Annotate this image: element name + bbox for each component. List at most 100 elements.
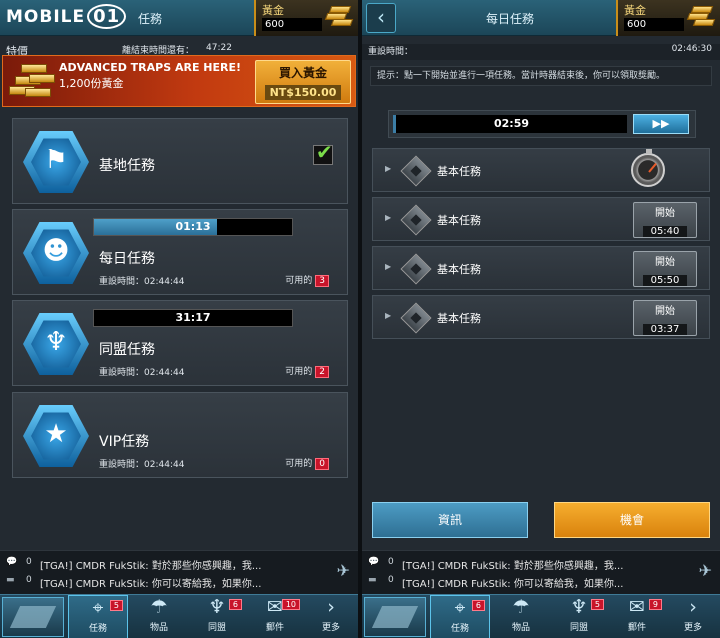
back-arrow-icon[interactable]: ‹ (366, 3, 396, 33)
nav-items[interactable]: ☂ 物品 (130, 595, 188, 638)
nav-missions[interactable]: ⌖ 任務 5 (68, 595, 128, 638)
mobile01-logo: MOBILE 01 (6, 4, 127, 29)
nav-items[interactable]: ☂ 物品 (492, 595, 550, 638)
reset-row: 重設時間： 02:46:30 (362, 44, 720, 60)
reset-value: 02:44:44 (144, 277, 185, 287)
expand-arrow-icon[interactable]: ▶ (385, 213, 391, 222)
nav-label: 更多 (683, 623, 702, 633)
info-button[interactable]: 資訊 (372, 502, 528, 538)
chat-count: 0 (26, 557, 32, 567)
nav-label: 任務 (88, 624, 107, 634)
gold-value: 600 (262, 18, 322, 31)
mission-name: 基本任務 (437, 263, 481, 276)
chat-count: 0 (388, 575, 394, 585)
reset-label: 重設時間： (99, 460, 145, 470)
start-button[interactable]: 開始 03:37 (633, 300, 697, 336)
special-offer-banner[interactable]: ADVANCED TRAPS ARE HERE! 1,200份黃金 買入黃金 N… (2, 55, 356, 107)
chat-count: 0 (26, 575, 32, 585)
mission-duration: 03:37 (642, 324, 688, 335)
count-badge: 3 (315, 275, 329, 287)
card-title: 基地任務 (99, 158, 155, 174)
base-mission-card[interactable]: ⚑ 基地任務 (12, 118, 348, 204)
top-bar: ‹ 每日任務 黃金 600 (362, 0, 720, 36)
vip-mission-card[interactable]: ★ VIP任務 重設時間：02:44:44 可用的 0 (12, 392, 348, 478)
nav-more[interactable]: › 更多 (304, 595, 358, 638)
nav-label: 任務 (450, 624, 469, 634)
nav-more[interactable]: › 更多 (666, 595, 720, 638)
alliance-timer-bar: 31:17 (93, 309, 293, 327)
eagle-emblem-icon: ♆ (23, 312, 89, 376)
reset-label: 重設時間： (99, 277, 145, 287)
nav-badge: 9 (648, 599, 662, 610)
bottom-nav: ⌖ 任務 5 ☂ 物品 ♆ 同盟 6 ✉ 郵件 10 › 更多 (0, 594, 358, 638)
active-timer: 02:59 (393, 115, 627, 133)
mission-row[interactable]: ▶ 基本任務 開始 03:37 (372, 295, 710, 339)
card-title: VIP任務 (99, 434, 150, 450)
chat-bar[interactable]: 💬 0 [TGA!] CMDR FukStik: 對於那些你感興趣，我... ▬… (0, 550, 358, 594)
base-icon[interactable] (2, 597, 64, 637)
nav-alliance[interactable]: ♆ 同盟 5 (550, 595, 608, 638)
nav-mail[interactable]: ✉ 郵件 10 (246, 595, 304, 638)
daily-timer: 01:13 (175, 220, 211, 233)
mission-row[interactable]: ▶ 基本任務 開始 05:50 (372, 246, 710, 290)
start-label: 開始 (655, 306, 675, 317)
chat-message: [TGA!] CMDR FukStik: 對於那些你感興趣，我... (40, 561, 262, 572)
offer-price: NT$150.00 (264, 85, 342, 100)
reset-time: 重設時間：02:44:44 (99, 274, 184, 287)
chance-button[interactable]: 機會 (554, 502, 710, 538)
stopwatch-icon (631, 149, 665, 187)
expand-arrow-icon[interactable]: ▶ (385, 262, 391, 271)
expand-arrow-icon[interactable]: ▶ (385, 164, 391, 173)
chat-message: [TGA!] CMDR FukStik: 你可以寄給我，如果你... (402, 579, 624, 590)
reset-value: 02:44:44 (144, 460, 185, 470)
page-title: 任務 (138, 12, 163, 26)
start-label: 開始 (655, 208, 675, 219)
mission-duration: 05:40 (642, 226, 688, 237)
count-badge: 0 (315, 458, 329, 470)
daily-mission-card[interactable]: ☻ 01:13 每日任務 重設時間：02:44:44 可用的 3 (12, 209, 348, 295)
chevron-right-icon: › (327, 596, 335, 618)
start-button[interactable]: 開始 05:50 (633, 251, 697, 287)
nav-alliance[interactable]: ♆ 同盟 6 (188, 595, 246, 638)
mission-row[interactable]: ▶ 基本任務 開始 05:40 (372, 197, 710, 241)
available-count: 可用的 2 (285, 364, 329, 378)
alliance-wing-icon[interactable]: ✈ (337, 561, 350, 580)
gold-label: 黃金 (624, 4, 646, 17)
missions-screen: MOBILE 01 任務 黃金 600 特價 離結束時間還有： 47:22 ADV… (0, 0, 358, 638)
gold-pile-icon (7, 62, 55, 102)
chevron-right-icon: › (689, 596, 697, 618)
mission-name: 基本任務 (437, 165, 481, 178)
available-label: 可用的 (285, 367, 313, 377)
mission-name: 基本任務 (437, 214, 481, 227)
reset-time: 重設時間：02:44:44 (99, 457, 184, 470)
mission-diamond-icon (400, 302, 432, 334)
expand-arrow-icon[interactable]: ▶ (385, 311, 391, 320)
mission-diamond-icon (400, 204, 432, 236)
start-label: 開始 (655, 257, 675, 268)
nav-missions[interactable]: ⌖ 任務 6 (430, 595, 490, 638)
nav-mail[interactable]: ✉ 郵件 9 (608, 595, 666, 638)
available-count: 可用的 0 (285, 456, 329, 470)
soldier-emblem-icon: ☻ (23, 221, 89, 285)
gold-label: 黃金 (262, 4, 284, 17)
start-button[interactable]: 開始 05:40 (633, 202, 697, 238)
daily-missions-screen: ‹ 每日任務 黃金 600 重設時間： 02:46:30 提示：點一下開始並進行… (362, 0, 720, 638)
alliance-chat-icon: ▬ (368, 575, 377, 585)
reset-label: 重設時間： (368, 47, 414, 57)
fast-forward-icon[interactable]: ▶▶ (633, 114, 689, 134)
gold-panel[interactable]: 黃金 600 (254, 0, 358, 36)
mission-name: 基本任務 (437, 312, 481, 325)
alliance-wing-icon[interactable]: ✈ (699, 561, 712, 580)
chat-bar[interactable]: 💬 0 [TGA!] CMDR FukStik: 對於那些你感興趣，我... ▬… (362, 550, 720, 594)
hint-text: 提示：點一下開始並進行一項任務。當計時器結束後，你可以領取獎勵。 (370, 66, 712, 86)
buy-gold-button[interactable]: 買入黃金 NT$150.00 (255, 60, 351, 104)
alliance-mission-card[interactable]: ♆ 31:17 同盟任務 重設時間：02:44:44 可用的 2 (12, 300, 348, 386)
available-count: 可用的 3 (285, 273, 329, 287)
daily-timer-bar: 01:13 (93, 218, 293, 236)
mission-row[interactable]: ▶ 基本任務 (372, 148, 710, 192)
chat-count: 0 (388, 557, 394, 567)
nav-label: 郵件 (627, 623, 646, 633)
gold-panel[interactable]: 黃金 600 (616, 0, 720, 36)
base-icon[interactable] (364, 597, 426, 637)
chat-bubble-icon: 💬 (368, 557, 380, 567)
